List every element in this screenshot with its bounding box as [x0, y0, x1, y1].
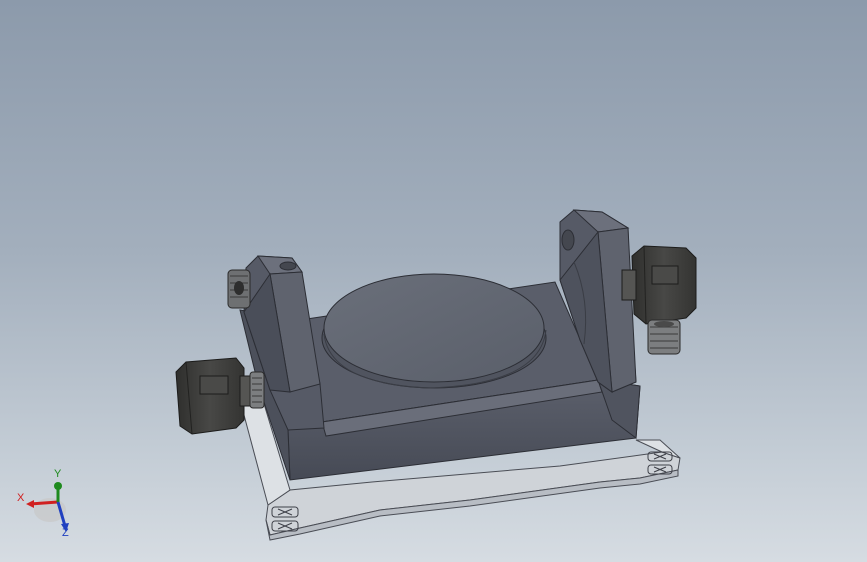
left-stepper-motor[interactable]: [175, 357, 255, 435]
cad-graphics-area[interactable]: X Y Z: [0, 0, 867, 562]
turntable-assembly-model[interactable]: [0, 0, 867, 562]
triad-x-label: X: [17, 492, 25, 504]
orientation-triad[interactable]: X Y Z: [10, 462, 80, 544]
turntable-disk[interactable]: [321, 273, 547, 389]
right-motor-pulley[interactable]: [647, 319, 681, 355]
triad-y-label: Y: [54, 468, 62, 480]
right-stepper-motor[interactable]: [621, 245, 697, 325]
triad-z-label: Z: [62, 527, 69, 539]
left-motor-pulley[interactable]: [249, 371, 265, 409]
x-axis-arrow: [29, 500, 59, 506]
left-bracket-pulley[interactable]: [227, 269, 251, 309]
